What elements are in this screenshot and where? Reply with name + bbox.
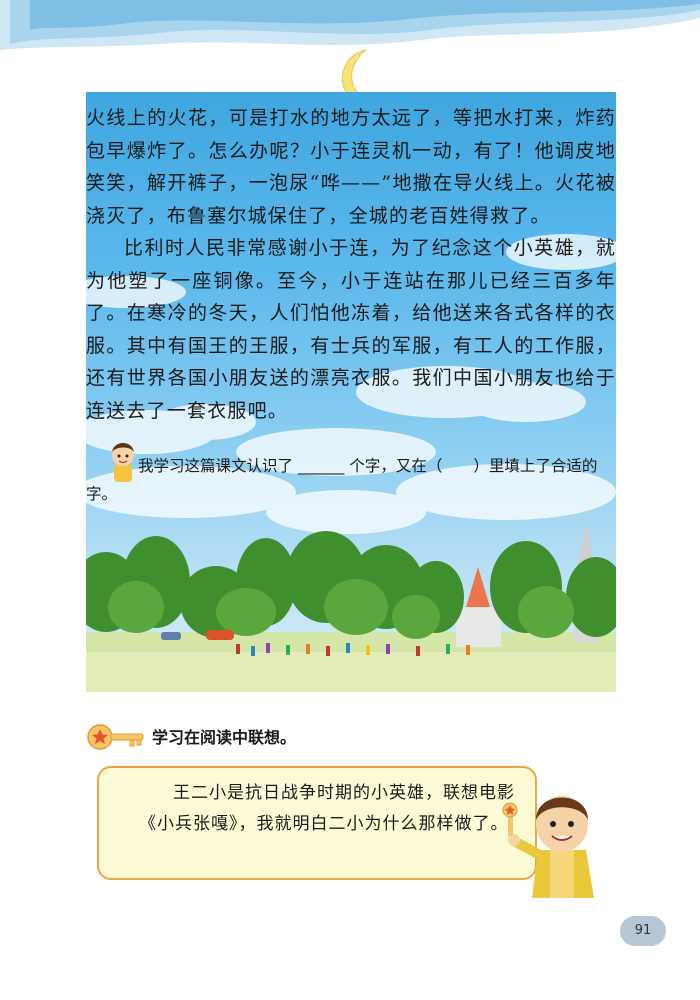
story-paragraph-1: 火线上的火花，可是打水的地方太远了，等把水打来，炸药包早爆炸了。怎么办呢？小于连… <box>86 107 616 227</box>
page-number: 91 <box>620 916 666 946</box>
boy-with-key-illustration <box>502 796 594 898</box>
tip-title: 学习在阅读中联想。 <box>152 728 297 747</box>
park-scene <box>86 522 616 692</box>
story-paragraph-2: 比利时人民非常感谢小于连，为了纪念这个小英雄，就为他塑了一座铜像。至今，小于连站… <box>86 237 616 422</box>
speech-bubble: 王二小是抗日战争时期的小英雄，联想电影《小兵张嘎》，我就明白二小为什么那样做了。 <box>97 766 537 880</box>
bubble-text: 王二小是抗日战争时期的小英雄，联想电影《小兵张嘎》，我就明白二小为什么那样做了。 <box>139 783 515 834</box>
exercise-note: 我学习这篇课文认识了 ______ 个字，又在（ ）里填上了合适的字。 <box>86 457 598 503</box>
key-icon <box>87 724 144 750</box>
